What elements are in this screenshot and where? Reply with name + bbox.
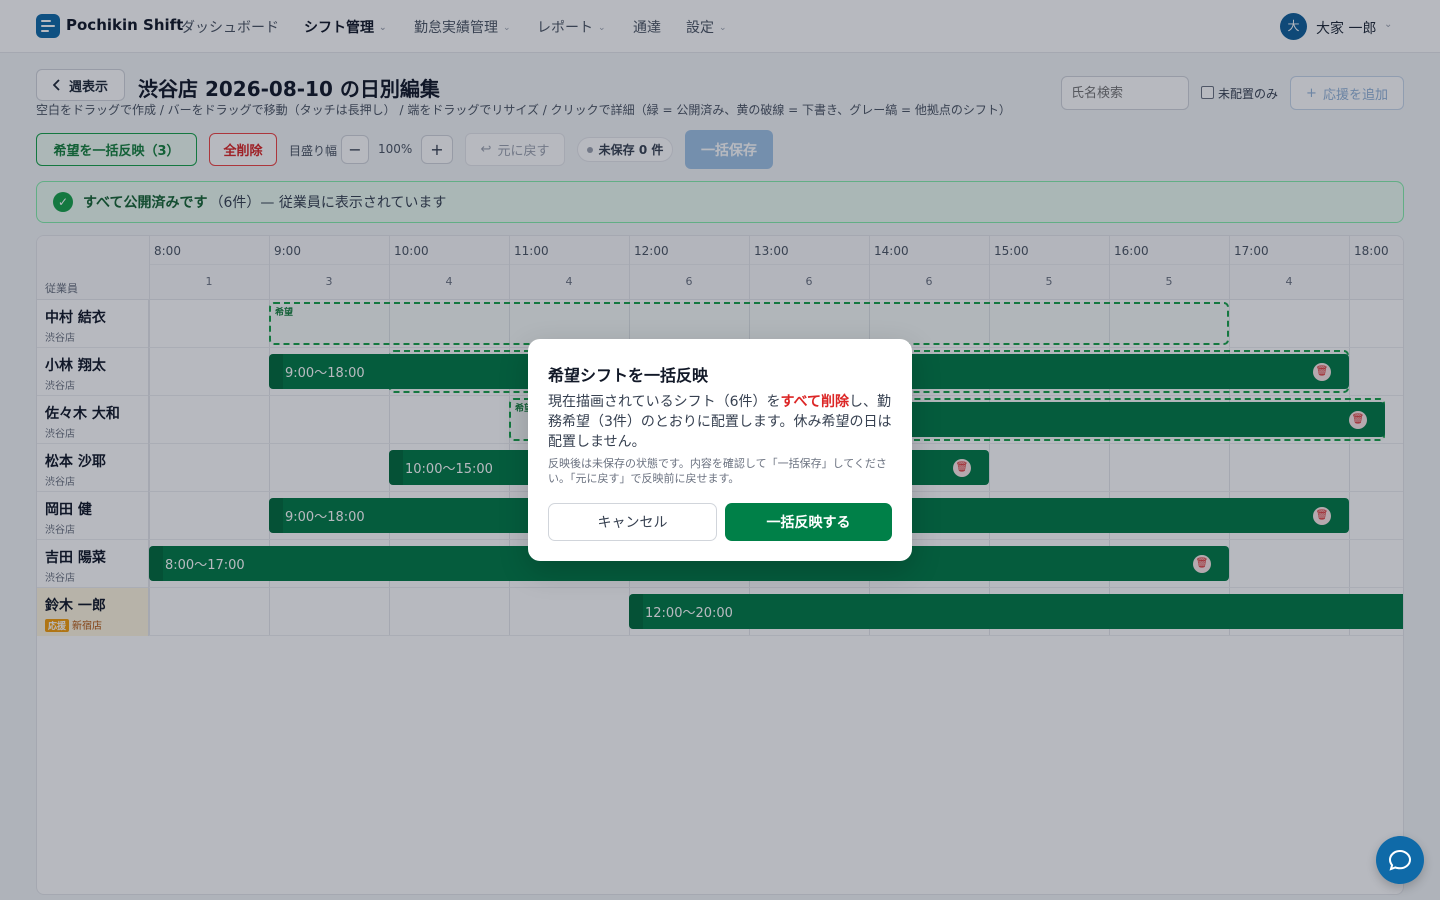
dialog-title: 希望シフトを一括反映 xyxy=(548,366,709,385)
chat-icon xyxy=(1388,849,1412,871)
dialog-warning-text: すべて削除 xyxy=(780,394,849,410)
apply-wishes-dialog: 希望シフトを一括反映 現在描画されているシフト（6件）をすべて削除し、勤務希望（… xyxy=(528,339,912,561)
chat-support-button[interactable] xyxy=(1376,836,1424,884)
confirm-apply-button[interactable]: 一括反映する xyxy=(725,503,892,541)
dialog-message: 現在描画されているシフト（6件）をすべて削除し、勤務希望（3件）のとおりに配置し… xyxy=(548,394,892,450)
cancel-button[interactable]: キャンセル xyxy=(548,503,717,541)
dialog-note: 反映後は未保存の状態です。内容を確認して「一括保存」してください。「元に戻す」で… xyxy=(548,457,887,485)
